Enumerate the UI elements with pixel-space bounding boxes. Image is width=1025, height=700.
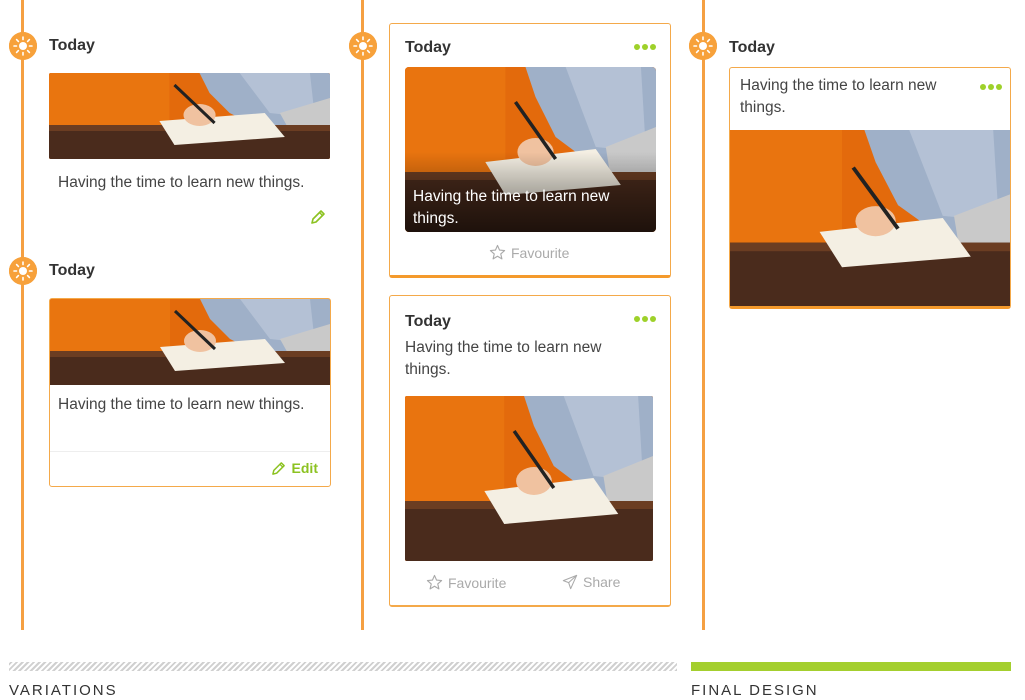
send-icon [562,574,578,590]
timeline-node-icon [689,32,717,60]
favourite-label: Favourite [511,244,570,261]
post-caption: Having the time to learn new things. [58,396,305,413]
post-caption: Having the time to learn new things. [58,174,305,191]
more-options-icon[interactable] [634,316,656,322]
variations-heading: VARIATIONS [9,682,118,699]
more-options-icon[interactable] [634,44,656,50]
variations-divider [9,662,677,671]
card-divider [50,451,330,452]
timeline-rail [702,0,705,630]
more-options-icon[interactable] [980,84,1002,90]
favourite-label: Favourite [448,574,507,591]
edit-button[interactable]: Edit [271,460,318,476]
post-image [730,130,1010,306]
post-card: Having the time to learn new things. Edi… [49,298,331,487]
image-overlay: Having the time to learn new things. [405,152,656,232]
share-label: Share [583,574,621,590]
post-card: Today Having the time to learn new thing… [389,295,671,607]
post-caption: Having the time to learn new things. [413,188,610,227]
date-label: Today [405,39,451,56]
post-image: Having the time to learn new things. [405,67,656,232]
timeline-rail [361,0,364,630]
timeline-node-icon [9,257,37,285]
date-label: Today [405,313,451,330]
post-image [49,73,330,159]
star-icon [426,574,443,590]
share-button[interactable]: Share [562,574,620,590]
final-design-heading: FINAL DESIGN [691,682,819,699]
favourite-button[interactable]: Favourite [426,574,506,591]
post-caption: Having the time to learn new things. [740,77,937,116]
post-image [50,299,330,385]
post-caption: Having the time to learn new things. [405,339,602,378]
pencil-icon[interactable] [310,209,326,225]
timeline-node-icon [9,32,37,60]
date-label: Today [729,39,775,56]
date-label: Today [49,37,95,54]
post-card: Having the time to learn new things. [729,67,1011,309]
post-card: Today Having the time to learn new thing… [389,23,671,278]
final-design-divider [691,662,1011,671]
post-image [405,396,653,561]
star-icon [489,244,506,260]
pencil-icon [271,461,285,475]
timeline-rail [21,0,24,630]
edit-label: Edit [291,460,318,476]
timeline-node-icon [349,32,377,60]
favourite-button[interactable]: Favourite [489,244,569,261]
date-label: Today [49,262,95,279]
